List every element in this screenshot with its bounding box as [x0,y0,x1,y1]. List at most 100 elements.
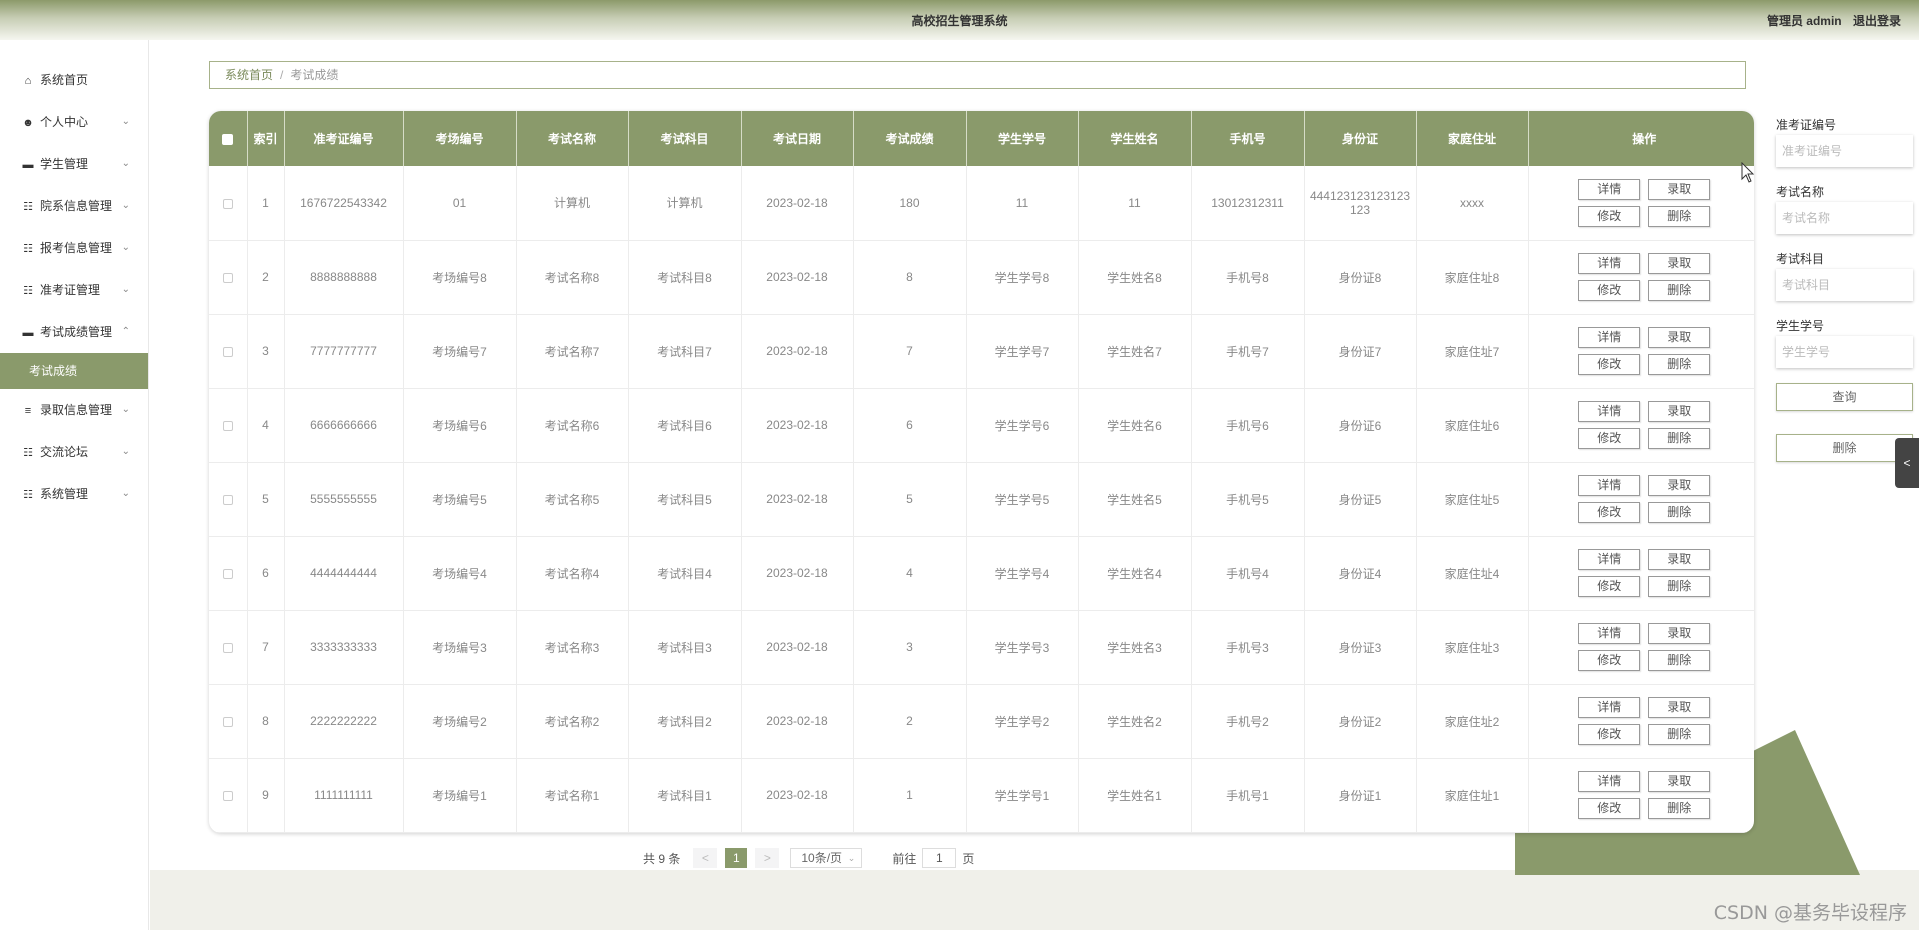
table-cell: 考试科目1 [628,758,742,833]
edit-button[interactable]: 修改 [1578,354,1641,375]
side-collapse-tab[interactable]: < [1895,438,1919,488]
sidebar-item[interactable]: ▬ 学生管理 ⌄ [0,143,148,185]
search-input[interactable] [1776,336,1913,368]
table-row: 3 7777777777 考场编号7 考试名称7 考试科目7 2023-02-18 7 学生学… [209,314,1754,389]
table-row: 1 1676722543342 01 计算机 计算机 2023-02-18 180 11 11 1… [209,166,1754,241]
query-button[interactable]: 查询 [1776,383,1913,411]
sidebar-item[interactable]: ▬ 考试成绩管理 ⌃ [0,311,148,353]
search-input[interactable] [1776,135,1913,167]
admit-button[interactable]: 录取 [1648,623,1711,644]
sidebar-item-label: 交流论坛 [40,445,89,459]
edit-button[interactable]: 修改 [1578,205,1641,227]
delete-button[interactable]: 删除 [1648,354,1711,375]
sidebar-item[interactable]: ⌂ 系统首页 [0,59,148,101]
detail-button[interactable]: 详情 [1578,401,1641,422]
edit-button[interactable]: 修改 [1578,280,1641,301]
row-checkbox[interactable] [222,642,233,653]
search-input[interactable] [1776,269,1913,301]
sidebar-subitem-exam-scores[interactable]: 考试成绩 [0,353,148,389]
prev-page-button[interactable]: < [693,848,718,868]
row-checkbox[interactable] [222,494,233,505]
page-size-select[interactable]: 10条/页 ⌄ [790,848,863,868]
edit-button[interactable]: 修改 [1578,650,1641,671]
table-cell: 考场编号5 [403,462,517,537]
table-cell: 学生学号7 [966,314,1079,389]
detail-button[interactable]: 详情 [1578,623,1641,644]
detail-button[interactable]: 详情 [1578,549,1641,570]
row-checkbox[interactable] [222,346,233,357]
detail-button[interactable]: 详情 [1578,253,1641,274]
row-checkbox[interactable] [222,568,233,579]
row-checkbox[interactable] [222,420,233,431]
row-select-cell [209,462,248,537]
delete-button[interactable]: 删除 [1648,576,1711,597]
edit-button[interactable]: 修改 [1578,724,1641,745]
chevron-down-icon: ⌄ [847,853,856,863]
sidebar-item[interactable]: ☷ 交流论坛 ⌄ [0,431,148,473]
breadcrumb-home[interactable]: 系统首页 [225,68,273,82]
table-cell: 考场编号4 [403,536,517,611]
grid-icon: ☷ [23,201,33,213]
table-cell: 学生学号1 [966,758,1079,833]
edit-button[interactable]: 修改 [1578,798,1641,819]
admit-button[interactable]: 录取 [1648,771,1711,792]
sidebar-item[interactable]: ☷ 报考信息管理 ⌄ [0,227,148,269]
table-cell: 身份证7 [1304,314,1417,389]
sidebar-item[interactable]: ☷ 院系信息管理 ⌄ [0,185,148,227]
admit-button[interactable]: 录取 [1648,401,1711,422]
table-cell: 家庭住址8 [1416,240,1529,315]
goto-page-input[interactable] [922,848,957,868]
column-header: 准考证编号 [284,111,404,166]
edit-button[interactable]: 修改 [1578,428,1641,449]
table-row: 6 4444444444 考场编号4 考试名称4 考试科目4 2023-02-18 4 学生学… [209,536,1754,611]
select-all-checkbox[interactable] [222,133,234,145]
delete-button[interactable]: 删除 [1648,428,1711,449]
admit-button[interactable]: 录取 [1648,253,1711,274]
grid-icon: ☷ [23,243,33,255]
detail-button[interactable]: 详情 [1578,771,1641,792]
page-number-button[interactable]: 1 [725,848,748,868]
chevron-down-icon: ⌄ [121,116,130,127]
row-checkbox[interactable] [222,716,233,727]
bulk-delete-button[interactable]: 删除 [1776,434,1913,462]
detail-button[interactable]: 详情 [1578,697,1641,718]
search-label: 准考证编号 [1776,118,1837,132]
row-checkbox[interactable] [222,272,233,283]
detail-button[interactable]: 详情 [1578,475,1641,496]
row-checkbox[interactable] [222,790,233,801]
sidebar-item[interactable]: ≡ 录取信息管理 ⌄ [0,389,148,431]
page-size-value: 10条/页 [801,851,843,865]
detail-button[interactable]: 详情 [1578,327,1641,348]
delete-button[interactable]: 删除 [1648,650,1711,671]
delete-button[interactable]: 删除 [1648,798,1711,819]
pagination-total: 共 9 条 [643,851,681,866]
delete-button[interactable]: 删除 [1648,724,1711,745]
admit-button[interactable]: 录取 [1648,697,1711,718]
search-input[interactable] [1776,202,1913,234]
admit-button[interactable]: 录取 [1648,549,1711,570]
logout-link[interactable]: 退出登录 [1853,14,1901,28]
sidebar-item-label: 个人中心 [40,115,89,129]
admit-button[interactable]: 录取 [1648,327,1711,348]
sidebar-item-label: 系统管理 [40,487,89,501]
sidebar-item[interactable]: ☷ 准考证管理 ⌄ [0,269,148,311]
sidebar-item[interactable]: ☷ 系统管理 ⌄ [0,473,148,515]
table-cell: 2023-02-18 [741,462,854,537]
edit-button[interactable]: 修改 [1578,576,1641,597]
edit-button[interactable]: 修改 [1578,502,1641,523]
app-title: 高校招生管理系统 [911,14,1008,28]
admit-button[interactable]: 录取 [1648,178,1711,200]
row-checkbox[interactable] [222,198,233,209]
next-page-button[interactable]: > [755,848,780,868]
table-cell: 学生学号4 [966,536,1079,611]
table-cell: 学生姓名1 [1078,758,1192,833]
table-cell: 学生姓名8 [1078,240,1192,315]
sidebar-item[interactable]: ☻ 个人中心 ⌄ [0,101,148,143]
delete-button[interactable]: 删除 [1648,502,1711,523]
table-cell: 手机号2 [1191,684,1305,759]
detail-button[interactable]: 详情 [1578,178,1641,200]
breadcrumb-separator: / [280,68,284,82]
delete-button[interactable]: 删除 [1648,205,1711,227]
admit-button[interactable]: 录取 [1648,475,1711,496]
delete-button[interactable]: 删除 [1648,280,1711,301]
